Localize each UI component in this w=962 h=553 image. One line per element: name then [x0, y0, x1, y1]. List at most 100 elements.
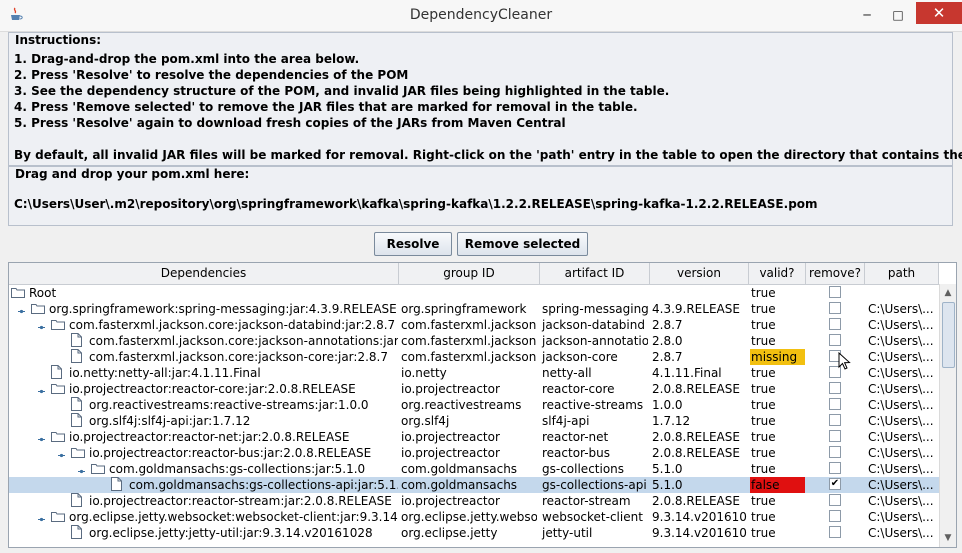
dependency-cell[interactable]: com.fasterxml.jackson.core:jackson-annot…: [9, 333, 398, 349]
remove-checkbox[interactable]: [829, 318, 841, 330]
dependency-cell[interactable]: io.projectreactor:reactor-net:jar:2.0.8.…: [9, 429, 398, 445]
path-cell[interactable]: C:\Users\...: [867, 477, 938, 493]
table-row[interactable]: io.projectreactor:reactor-core:jar:2.0.8…: [9, 381, 939, 397]
artifact-id-cell: netty-all: [542, 366, 592, 380]
close-button[interactable]: ✕: [916, 2, 962, 24]
remove-checkbox[interactable]: [829, 430, 841, 442]
remove-checkbox[interactable]: [829, 302, 841, 314]
dependency-cell[interactable]: org.springframework:spring-messaging:jar…: [9, 301, 398, 317]
group-id-cell: io.projectreactor: [401, 446, 500, 460]
column-header-dependencies[interactable]: Dependencies: [9, 263, 399, 284]
path-cell[interactable]: C:\Users\...: [867, 509, 938, 525]
dependency-cell[interactable]: org.reactivestreams:reactive-streams:jar…: [9, 397, 398, 413]
table-row[interactable]: org.reactivestreams:reactive-streams:jar…: [9, 397, 939, 413]
remove-checkbox[interactable]: [829, 510, 841, 522]
resolve-button[interactable]: Resolve: [374, 232, 452, 256]
dependency-cell[interactable]: org.eclipse.jetty.websocket:websocket-cl…: [9, 509, 398, 525]
path-cell[interactable]: C:\Users\...: [867, 365, 938, 381]
tree-toggle-icon[interactable]: [77, 464, 86, 474]
tree-toggle-icon[interactable]: [37, 320, 46, 330]
remove-checkbox[interactable]: [829, 494, 841, 506]
remove-checkbox[interactable]: [829, 334, 841, 346]
remove-checkbox[interactable]: [829, 286, 841, 298]
version-cell: 9.3.14.v201610...: [652, 510, 748, 524]
folder-icon: [51, 382, 65, 394]
scroll-thumb[interactable]: [942, 302, 955, 368]
dependency-cell[interactable]: com.fasterxml.jackson.core:jackson-datab…: [9, 317, 398, 333]
table-row[interactable]: com.fasterxml.jackson.core:jackson-datab…: [9, 317, 939, 333]
table-row[interactable]: org.eclipse.jetty.websocket:websocket-cl…: [9, 509, 939, 525]
table-row[interactable]: org.eclipse.jetty:jetty-util:jar:9.3.14.…: [9, 525, 939, 541]
dependency-cell[interactable]: io.projectreactor:reactor-stream:jar:2.0…: [9, 493, 398, 509]
scroll-up-arrow[interactable]: ▲: [940, 285, 956, 301]
path-cell[interactable]: [867, 285, 938, 301]
dependency-label: org.eclipse.jetty:jetty-util:jar:9.3.14.…: [89, 526, 373, 540]
table-row[interactable]: com.fasterxml.jackson.core:jackson-annot…: [9, 333, 939, 349]
remove-checkbox[interactable]: [829, 526, 841, 538]
table-row[interactable]: com.goldmansachs:gs-collections-api:jar:…: [9, 477, 939, 493]
scroll-down-arrow[interactable]: ▼: [940, 530, 956, 546]
instructions-panel: Instructions: 1. Drag-and-drop the pom.x…: [8, 32, 962, 166]
remove-checkbox[interactable]: ✔: [829, 478, 841, 490]
dependency-cell[interactable]: io.netty:netty-all:jar:4.1.11.Final: [9, 365, 398, 381]
column-header-version[interactable]: version: [650, 263, 749, 284]
table-row[interactable]: org.springframework:spring-messaging:jar…: [9, 301, 939, 317]
table-row[interactable]: org.slf4j:slf4j-api:jar:1.7.12 org.slf4j s…: [9, 413, 939, 429]
path-cell[interactable]: C:\Users\...: [867, 493, 938, 509]
path-cell[interactable]: C:\Users\...: [867, 461, 938, 477]
minimize-button[interactable]: ─: [852, 6, 882, 24]
pom-drop-area[interactable]: Drag and drop your pom.xml here: C:\User…: [8, 166, 953, 226]
path-cell[interactable]: C:\Users\...: [867, 381, 938, 397]
path-cell[interactable]: C:\Users\...: [867, 445, 938, 461]
path-cell[interactable]: C:\Users\...: [867, 349, 938, 365]
table-row[interactable]: io.netty:netty-all:jar:4.1.11.Final io.ne…: [9, 365, 939, 381]
path-cell[interactable]: C:\Users\...: [867, 525, 938, 541]
maximize-button[interactable]: □: [883, 6, 913, 24]
table-row[interactable]: io.projectreactor:reactor-stream:jar:2.0…: [9, 493, 939, 509]
remove-checkbox[interactable]: [829, 398, 841, 410]
dependency-cell[interactable]: org.slf4j:slf4j-api:jar:1.7.12: [9, 413, 398, 429]
remove-checkbox[interactable]: [829, 446, 841, 458]
column-header-group-id[interactable]: group ID: [399, 263, 540, 284]
dependency-cell[interactable]: com.fasterxml.jackson.core:jackson-core:…: [9, 349, 398, 365]
artifact-id-cell: spring-messaging: [542, 302, 648, 316]
table-row[interactable]: com.goldmansachs:gs-collections:jar:5.1.…: [9, 461, 939, 477]
valid-cell: true: [751, 398, 776, 412]
version-cell: 1.0.0: [652, 398, 683, 412]
column-header-remove[interactable]: remove?: [806, 263, 865, 284]
table-row[interactable]: io.projectreactor:reactor-net:jar:2.0.8.…: [9, 429, 939, 445]
column-header-artifact-id[interactable]: artifact ID: [540, 263, 650, 284]
instruction-note: By default, all invalid JAR files will b…: [14, 148, 962, 162]
path-cell[interactable]: C:\Users\...: [867, 429, 938, 445]
path-cell[interactable]: C:\Users\...: [867, 333, 938, 349]
file-icon: [71, 397, 82, 411]
path-cell[interactable]: C:\Users\...: [867, 413, 938, 429]
dependency-cell[interactable]: io.projectreactor:reactor-bus:jar:2.0.8.…: [9, 445, 398, 461]
instruction-line: 1. Drag-and-drop the pom.xml into the ar…: [14, 52, 360, 66]
column-header-valid[interactable]: valid?: [749, 263, 806, 284]
table-row[interactable]: com.fasterxml.jackson.core:jackson-core:…: [9, 349, 939, 365]
path-cell[interactable]: C:\Users\...: [867, 317, 938, 333]
path-cell[interactable]: C:\Users\...: [867, 397, 938, 413]
tree-toggle-icon[interactable]: [37, 384, 46, 394]
group-id-cell: com.fasterxml.jackson....: [401, 334, 537, 348]
remove-checkbox[interactable]: [829, 414, 841, 426]
dependency-cell[interactable]: com.goldmansachs:gs-collections:jar:5.1.…: [9, 461, 398, 477]
remove-checkbox[interactable]: [829, 382, 841, 394]
dependency-cell[interactable]: com.goldmansachs:gs-collections-api:jar:…: [9, 477, 398, 493]
column-header-path[interactable]: path: [865, 263, 939, 284]
vertical-scrollbar[interactable]: ▲ ▼: [939, 284, 956, 547]
remove-checkbox[interactable]: [829, 462, 841, 474]
dependency-cell[interactable]: org.eclipse.jetty:jetty-util:jar:9.3.14.…: [9, 525, 398, 541]
dependency-cell[interactable]: Root: [9, 285, 398, 301]
tree-toggle-icon[interactable]: [37, 512, 46, 522]
tree-toggle-icon[interactable]: [17, 304, 26, 314]
table-row[interactable]: io.projectreactor:reactor-bus:jar:2.0.8.…: [9, 445, 939, 461]
tree-toggle-icon[interactable]: [37, 432, 46, 442]
path-cell[interactable]: C:\Users\...: [867, 301, 938, 317]
table-header: Dependencies group ID artifact ID versio…: [9, 263, 939, 285]
tree-toggle-icon[interactable]: [57, 448, 66, 458]
table-row[interactable]: Root true: [9, 285, 939, 301]
dependency-cell[interactable]: io.projectreactor:reactor-core:jar:2.0.8…: [9, 381, 398, 397]
remove-selected-button[interactable]: Remove selected: [457, 232, 588, 256]
